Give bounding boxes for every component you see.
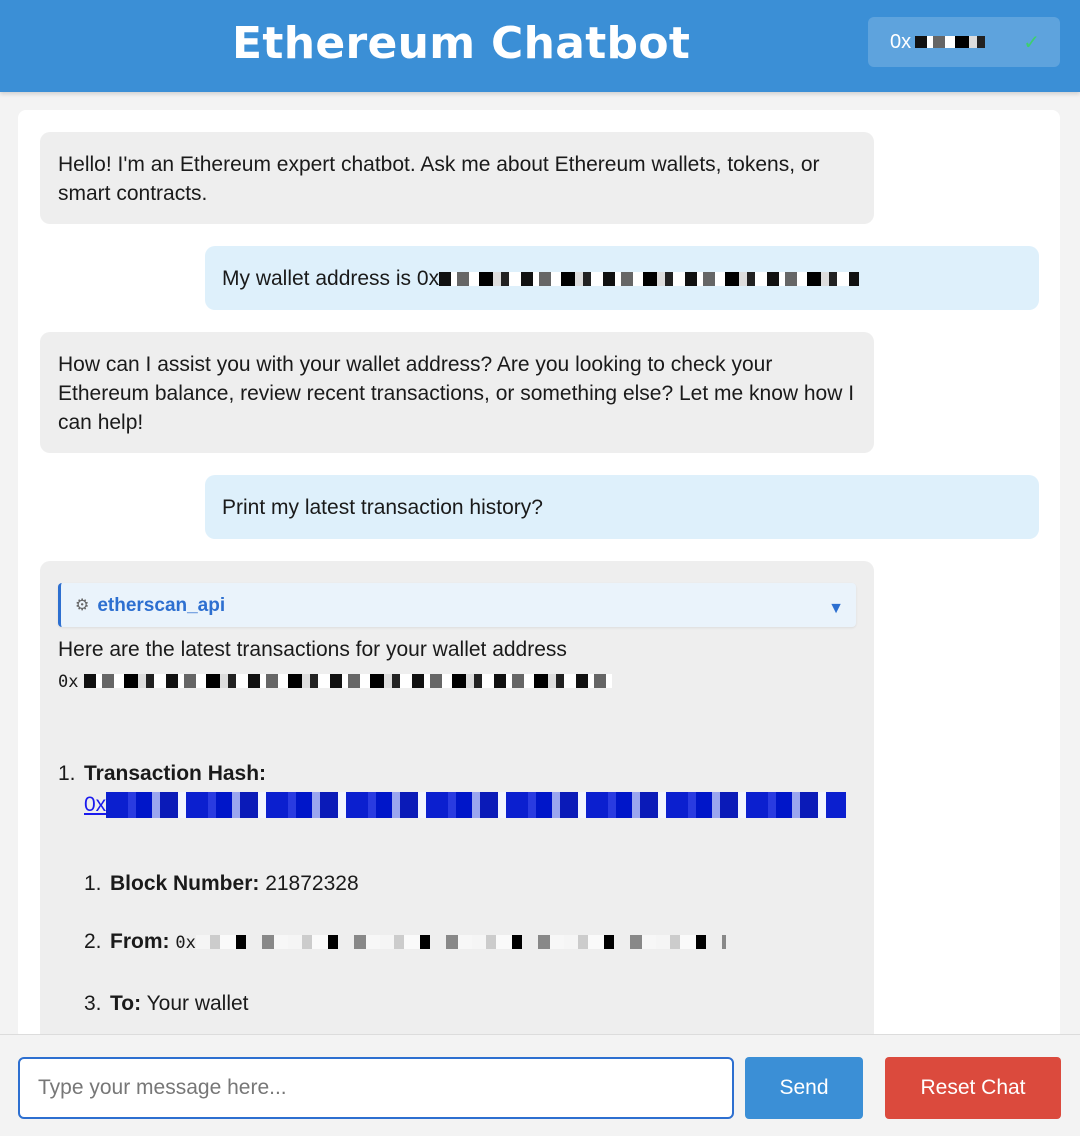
detail-label: From:	[110, 930, 170, 953]
user-message: My wallet address is 0x	[205, 246, 1039, 310]
transaction-detail-row: 2. From: 0x	[84, 927, 858, 958]
transaction-hash-label: Transaction Hash:	[84, 762, 267, 785]
address-redacted	[84, 674, 613, 689]
app-title: Ethereum Chatbot	[232, 18, 691, 69]
hash-redacted[interactable]	[106, 792, 847, 819]
wallet-address-redacted	[915, 36, 986, 48]
bot-message: How can I assist you with your wallet ad…	[40, 332, 874, 453]
message-text: How can I assist you with your wallet ad…	[58, 353, 855, 434]
response-intro: Here are the latest transactions for you…	[58, 638, 567, 661]
from-address-redacted	[195, 935, 726, 950]
transaction-detail-row: 3. To: Your wallet	[84, 989, 858, 1018]
detail-value: Your wallet	[146, 992, 249, 1015]
wallet-address-prefix: 0x	[890, 30, 912, 53]
gear-icon: ⚙	[75, 596, 90, 614]
bot-tool-message: ⚙ etherscan_api ▼ Here are the latest tr…	[40, 561, 874, 1040]
send-button[interactable]: Send	[745, 1057, 863, 1119]
detail-label: To:	[110, 992, 142, 1015]
tool-call-header[interactable]: ⚙ etherscan_api ▼	[58, 583, 856, 627]
transaction-detail-row: 1. Block Number: 21872328	[84, 869, 858, 898]
transaction-hash-link[interactable]: 0x	[84, 790, 858, 819]
message-text: Print my latest transaction history?	[222, 496, 543, 519]
detail-label: Block Number:	[110, 872, 260, 895]
detail-index: 2.	[84, 930, 102, 953]
tool-name: etherscan_api	[97, 594, 226, 616]
wallet-address-redacted	[439, 272, 860, 287]
hash-prefix[interactable]: 0x	[84, 793, 106, 816]
composer: Send Reset Chat	[0, 1034, 1080, 1136]
detail-index: 1.	[84, 872, 102, 895]
bot-message: Hello! I'm an Ethereum expert chatbot. A…	[40, 132, 874, 224]
message-text: Hello! I'm an Ethereum expert chatbot. A…	[58, 153, 820, 205]
transaction-item: 1. Transaction Hash: 0x 1. Block Number: 2…	[58, 759, 858, 1018]
message-input[interactable]	[18, 1057, 734, 1119]
address-prefix: 0x	[58, 672, 79, 692]
wallet-address: 0x	[58, 666, 858, 697]
reset-chat-button[interactable]: Reset Chat	[885, 1057, 1061, 1119]
app-header: Ethereum Chatbot 0x ✓	[0, 0, 1080, 92]
user-message: Print my latest transaction history?	[205, 475, 1039, 539]
check-icon: ✓	[1023, 32, 1040, 54]
chat-history[interactable]: Hello! I'm an Ethereum expert chatbot. A…	[18, 110, 1060, 1040]
detail-value: 21872328	[265, 872, 359, 895]
detail-index: 3.	[84, 992, 102, 1015]
tool-response-body: Here are the latest transactions for you…	[58, 635, 858, 1018]
wallet-address-badge[interactable]: 0x ✓	[868, 17, 1060, 67]
chevron-down-icon[interactable]: ▼	[828, 594, 844, 623]
detail-value: 0x	[175, 933, 196, 953]
transaction-index: 1.	[58, 762, 76, 785]
message-text: My wallet address is 0x	[222, 267, 440, 290]
